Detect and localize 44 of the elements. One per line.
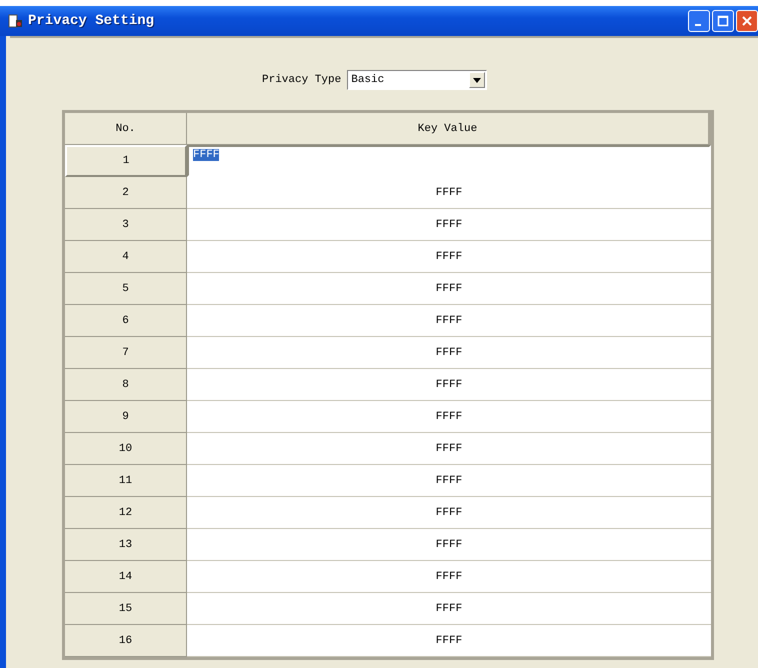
key-value-input[interactable]: FFFF bbox=[193, 149, 220, 161]
row-header[interactable]: 6 bbox=[65, 305, 187, 337]
row-header[interactable]: 9 bbox=[65, 401, 187, 433]
row-header[interactable]: 2 bbox=[65, 177, 187, 209]
column-header[interactable]: Key Value bbox=[187, 113, 711, 145]
row-header[interactable]: 3 bbox=[65, 209, 187, 241]
table-cell: FFFF bbox=[187, 625, 711, 657]
maximize-button[interactable] bbox=[712, 10, 734, 32]
app-icon bbox=[8, 13, 24, 29]
row-header[interactable]: 1 bbox=[65, 145, 187, 177]
row-header[interactable]: 11 bbox=[65, 465, 187, 497]
table-cell: FFFF bbox=[187, 273, 711, 305]
table-cell: FFFF bbox=[187, 369, 711, 401]
row-header[interactable]: 13 bbox=[65, 529, 187, 561]
maximize-icon bbox=[717, 15, 729, 27]
window-title: Privacy Setting bbox=[28, 13, 156, 29]
table-cell: FFFF bbox=[187, 529, 711, 561]
privacy-type-label: Privacy Type bbox=[262, 74, 342, 86]
column-header[interactable]: No. bbox=[65, 113, 187, 145]
row-header[interactable]: 5 bbox=[65, 273, 187, 305]
table-cell: FFFF bbox=[187, 433, 711, 465]
close-button[interactable] bbox=[736, 10, 758, 32]
table-cell: FFFF bbox=[187, 401, 711, 433]
table-cell: FFFF bbox=[187, 241, 711, 273]
row-header[interactable]: 15 bbox=[65, 593, 187, 625]
table-cell: FFFF bbox=[187, 465, 711, 497]
row-header[interactable]: 7 bbox=[65, 337, 187, 369]
row-header[interactable]: 16 bbox=[65, 625, 187, 657]
table-cell: FFFF bbox=[187, 593, 711, 625]
row-header[interactable]: 8 bbox=[65, 369, 187, 401]
minimize-icon bbox=[694, 24, 700, 26]
close-icon bbox=[741, 15, 753, 27]
table-cell: FFFF bbox=[187, 337, 711, 369]
privacy-type-dropdown[interactable]: Basic bbox=[347, 70, 488, 90]
row-header[interactable]: 14 bbox=[65, 561, 187, 593]
minimize-button[interactable] bbox=[688, 10, 710, 32]
row-header[interactable]: 10 bbox=[65, 433, 187, 465]
table-cell: FFFF bbox=[187, 305, 711, 337]
table-cell: FFFF bbox=[187, 497, 711, 529]
table-cell: FFFF bbox=[187, 561, 711, 593]
row-header[interactable]: 12 bbox=[65, 497, 187, 529]
row-header[interactable]: 4 bbox=[65, 241, 187, 273]
table-cell: FFFF bbox=[187, 177, 711, 209]
table-cell: FFFF bbox=[187, 209, 711, 241]
